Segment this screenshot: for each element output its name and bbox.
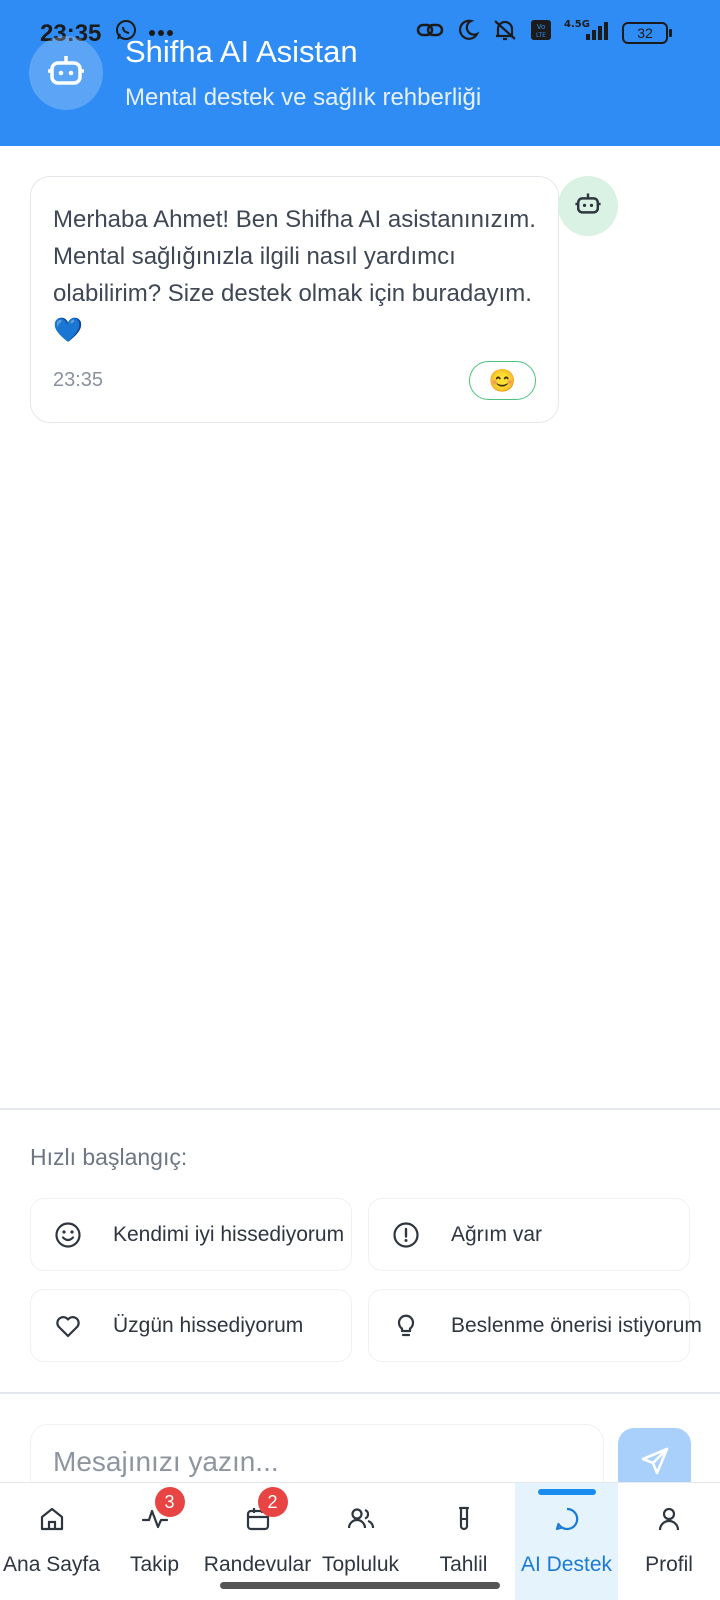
nav-item-profile[interactable]: Profil [618, 1483, 720, 1600]
test-tube-icon [448, 1503, 480, 1535]
battery-indicator: 32 [622, 21, 672, 44]
message-time: 23:35 [53, 369, 104, 391]
svg-text:LTE: LTE [536, 32, 546, 39]
nav-label: Tahlil [439, 1553, 488, 1576]
quick-option-label: Kendimi iyi hissediyorum [113, 1222, 345, 1246]
home-indicator[interactable] [220, 1582, 500, 1589]
bot-icon [574, 190, 602, 223]
notification-badge: 3 [154, 1487, 185, 1517]
user-icon [653, 1503, 685, 1535]
quick-start-label: Hızlı başlangıç: [30, 1144, 188, 1170]
volte-icon: Vo LTE [530, 19, 552, 46]
lightbulb-icon [391, 1311, 421, 1341]
reaction-button[interactable]: 😊 [469, 361, 536, 400]
nav-label: Topluluk [321, 1553, 400, 1576]
alert-circle-icon [391, 1220, 421, 1250]
notification-badge: 2 [257, 1487, 288, 1517]
mute-icon [492, 18, 518, 47]
nav-item-ai-support[interactable]: AI Destek [515, 1483, 618, 1600]
smile-icon [53, 1220, 83, 1250]
signal-icon: 4.5G [564, 18, 610, 47]
page-title: Shifha AI Asistan [125, 34, 358, 69]
active-tab-indicator [537, 1489, 596, 1495]
quick-option-label: Beslenme önerisi istiyorum [451, 1313, 702, 1337]
svg-text:Vo: Vo [537, 23, 546, 31]
bot-avatar [558, 176, 618, 236]
status-system-icons: Vo LTE 4.5G 32 [416, 18, 672, 47]
heart-icon [53, 1311, 83, 1341]
nav-label: Takip [129, 1553, 180, 1576]
svg-text:4.5G: 4.5G [564, 19, 590, 30]
quick-option-feeling-good[interactable]: Kendimi iyi hissediyorum [30, 1198, 352, 1271]
moon-icon [456, 18, 480, 47]
nav-label: Profil [645, 1553, 693, 1576]
app-header: 23:35 VoLTE 4.5G 32 Shifha AI Asistan M [0, 0, 720, 146]
calendar-icon: 2 [242, 1487, 288, 1535]
link-icon [416, 19, 444, 46]
quick-option-label: Ağrım var [451, 1222, 543, 1246]
activity-icon: 3 [139, 1487, 185, 1535]
divider [0, 1108, 720, 1110]
quick-option-nutrition[interactable]: Beslenme önerisi istiyorum [368, 1289, 702, 1362]
nav-label: AI Destek [520, 1553, 613, 1576]
nav-label: Ana Sayfa [3, 1553, 100, 1576]
nav-item-tracking[interactable]: 3 Takip [103, 1483, 206, 1600]
page-subtitle: Mental destek ve sağlık rehberliği [125, 84, 482, 111]
nav-item-home[interactable]: Ana Sayfa [0, 1483, 103, 1600]
quick-option-pain[interactable]: Ağrım var [368, 1198, 690, 1271]
bot-message-bubble: Merhaba Ahmet! Ben Shifha AI asistanınız… [30, 176, 559, 423]
message-text: Merhaba Ahmet! Ben Shifha AI asistanınız… [53, 206, 536, 344]
home-icon [36, 1503, 68, 1535]
message-circle-icon [551, 1503, 583, 1535]
send-icon [639, 1445, 671, 1480]
users-icon [345, 1503, 377, 1535]
assistant-avatar [29, 36, 103, 110]
bot-icon [46, 51, 86, 96]
quick-option-feeling-sad[interactable]: Üzgün hissediyorum [30, 1289, 352, 1362]
quick-option-label: Üzgün hissediyorum [113, 1313, 304, 1337]
divider [0, 1392, 720, 1394]
nav-label: Randevular [203, 1553, 312, 1576]
